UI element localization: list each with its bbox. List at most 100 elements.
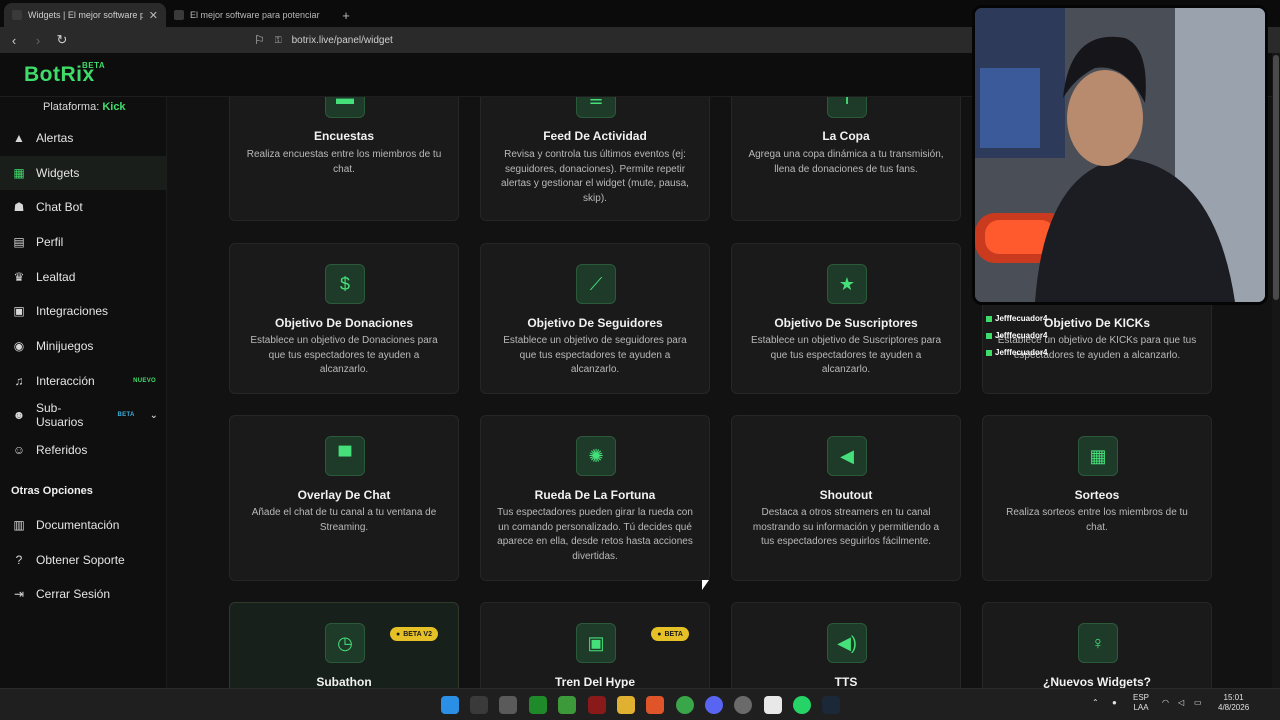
obs-icon[interactable] (734, 696, 752, 714)
grid-icon: ▦ (13, 166, 25, 180)
widget-title: TTS (834, 675, 858, 688)
robot-icon: ☗ (13, 200, 25, 214)
tab-botrix[interactable]: El mejor software para potenciar (166, 3, 334, 27)
battery-icon[interactable]: ▭ (1194, 698, 1202, 708)
chat-line: Jefffecuador4 (986, 310, 1098, 327)
widget-card-tren-del-hype[interactable]: ▣ ● BETA Tren Del Hype (480, 602, 710, 688)
wifi-icon[interactable]: ◠ (1162, 698, 1169, 708)
widget-card-sorteos[interactable]: ▦ Sorteos Realiza sorteos entre los miem… (982, 415, 1212, 581)
widget-desc: Establece un objetivo de Suscriptores pa… (750, 335, 942, 375)
section-title-otras-opciones: Otras Opciones (11, 485, 93, 497)
sidebar-item-soporte[interactable]: ? Obtener Soporte (0, 543, 166, 577)
sidebar-item-sub-usuarios[interactable]: ☻ Sub-Usuarios BETA ⌄ (0, 398, 166, 432)
store-icon[interactable] (499, 696, 517, 714)
task-view-icon[interactable] (470, 696, 488, 714)
beta-badge-text: BETA V2 (403, 630, 432, 638)
train-icon: ▣ (576, 623, 616, 663)
sidebar-item-minijuegos[interactable]: ◉ Minijuegos (0, 329, 166, 363)
game-app-icon[interactable] (588, 696, 606, 714)
widget-desc: Agrega una copa dinámica a tu transmisió… (748, 149, 944, 175)
chart-line-icon: ⟋ (576, 264, 616, 304)
back-icon[interactable]: ‹ (4, 30, 24, 50)
clock-icon: ◷ (325, 623, 365, 663)
xbox-icon[interactable] (529, 696, 547, 714)
widget-title: Encuestas (313, 129, 375, 143)
discord-icon[interactable] (705, 696, 723, 714)
capcut-icon[interactable] (764, 696, 782, 714)
widget-card-feed-de-actividad[interactable]: ≣ Feed De Actividad Revisa y controla tu… (480, 97, 710, 221)
widget-desc: Añade el chat de tu canal a tu ventana d… (251, 507, 437, 533)
language-indicator[interactable]: ESP LAA (1133, 693, 1149, 713)
chat-username: Jefffecuador4 (995, 331, 1048, 340)
widget-card-shoutout[interactable]: ◀ Shoutout Destaca a otros streamers en … (731, 415, 961, 581)
widget-title: Objetivo De Seguidores (527, 316, 663, 330)
sidebar-item-integraciones[interactable]: ▣ Integraciones (0, 294, 166, 328)
sidebar-item-chat-bot[interactable]: ☗ Chat Bot (0, 190, 166, 224)
speaker-icon: ◀) (827, 623, 867, 663)
url-text: botrix.live/panel/widget (291, 34, 393, 46)
logout-icon: ⇥ (13, 587, 25, 601)
sidebar-item-documentacion[interactable]: ▥ Documentación (0, 508, 166, 542)
widget-card-tts[interactable]: ◀) TTS (731, 602, 961, 688)
widget-card-rueda-de-la-fortuna[interactable]: ✺ Rueda De La Fortuna Tus espectadores p… (480, 415, 710, 581)
reload-icon[interactable]: ↻ (52, 30, 72, 50)
webcam-overlay (972, 5, 1268, 305)
favicon-icon (174, 10, 184, 20)
sidebar-item-label: Perfil (36, 235, 64, 249)
steam-icon[interactable] (822, 696, 840, 714)
volume-icon[interactable]: ◁ (1178, 698, 1184, 708)
date-text: 4/8/2026 (1218, 703, 1250, 712)
site-info-icon[interactable]: ⚿ (275, 35, 282, 46)
new-tab-button[interactable]: + (334, 3, 358, 27)
widget-card-la-copa[interactable]: Ⅰ La Copa Agrega una copa dinámica a tu … (731, 97, 961, 221)
file-explorer-icon[interactable] (617, 696, 635, 714)
widget-card-encuestas[interactable]: ▬ Encuestas Realiza encuestas entre los … (229, 97, 459, 221)
wheel-icon: ✺ (576, 436, 616, 476)
sidebar-item-perfil[interactable]: ▤ Perfil (0, 225, 166, 259)
widget-card-objetivo-suscriptores[interactable]: ★ Objetivo De Suscriptores Establece un … (731, 243, 961, 394)
widget-card-objetivo-seguidores[interactable]: ⟋ Objetivo De Seguidores Establece un ob… (480, 243, 710, 394)
users-icon: ☻ (12, 408, 26, 422)
clock[interactable]: 15:01 4/8/2026 (1218, 693, 1249, 713)
sidebar-item-label: Referidos (36, 443, 88, 457)
close-tab-icon[interactable]: ✕ (149, 9, 158, 22)
list-icon: ≣ (576, 97, 616, 118)
widget-card-subathon[interactable]: ◷ ● BETA V2 Subathon (229, 602, 459, 688)
gift-icon: ▦ (1078, 436, 1118, 476)
forward-icon[interactable]: › (28, 30, 48, 50)
sidebar-item-interaccion[interactable]: ♫ Interacción NUEVO (0, 364, 166, 398)
sidebar-item-label: Chat Bot (36, 200, 83, 214)
logo[interactable]: BotRix BETA (24, 61, 105, 87)
tab-widgets[interactable]: Widgets | El mejor software para ✕ (4, 3, 166, 27)
start-icon[interactable] (441, 696, 459, 714)
chevron-up-icon[interactable]: ⌃ (1092, 698, 1099, 708)
microphone-icon[interactable]: ● (1112, 698, 1117, 708)
widget-title: Feed De Actividad (543, 129, 647, 143)
widget-desc: Destaca a otros streamers en tu canal mo… (752, 507, 940, 547)
book-icon: ▥ (13, 518, 25, 532)
whatsapp-icon[interactable] (793, 696, 811, 714)
beta-badge: BETA (117, 412, 135, 418)
widget-card-nuevos-widgets[interactable]: ♀ ¿Nuevos Widgets? (982, 602, 1212, 688)
sidebar-item-widgets[interactable]: ▦ Widgets (0, 156, 166, 190)
sidebar-item-alertas[interactable]: ▲ Alertas (0, 121, 166, 155)
widget-title: La Copa (822, 129, 870, 143)
widget-card-objetivo-donaciones[interactable]: $ Objetivo De Donaciones Establece un ob… (229, 243, 459, 394)
widget-title: ¿Nuevos Widgets? (1043, 675, 1151, 688)
address-bar[interactable]: ⚐ ⚿ botrix.live/panel/widget (254, 31, 974, 49)
chrome-icon[interactable] (676, 696, 694, 714)
widget-card-overlay-de-chat[interactable]: ▀ Overlay De Chat Añade el chat de tu ca… (229, 415, 459, 581)
bookmark-icon[interactable]: ⚐ (254, 33, 265, 47)
gamepad-icon: ◉ (13, 339, 25, 353)
sidebar-item-cerrar-sesion[interactable]: ⇥ Cerrar Sesión (0, 577, 166, 611)
sidebar-item-label: Obtener Soporte (36, 553, 125, 567)
chevron-down-icon[interactable]: ⌄ (150, 410, 158, 421)
chat-line: Jefffecuador4 (986, 344, 1098, 361)
brave-browser-icon[interactable] (646, 696, 664, 714)
sidebar-item-referidos[interactable]: ☺ Referidos (0, 433, 166, 467)
scrollbar-thumb[interactable] (1273, 55, 1279, 300)
sidebar-item-lealtad[interactable]: ♛ Lealtad (0, 260, 166, 294)
widget-title: Objetivo De Suscriptores (774, 316, 918, 330)
beta-v2-badge: ● BETA V2 (389, 627, 438, 641)
minecraft-icon[interactable] (558, 696, 576, 714)
